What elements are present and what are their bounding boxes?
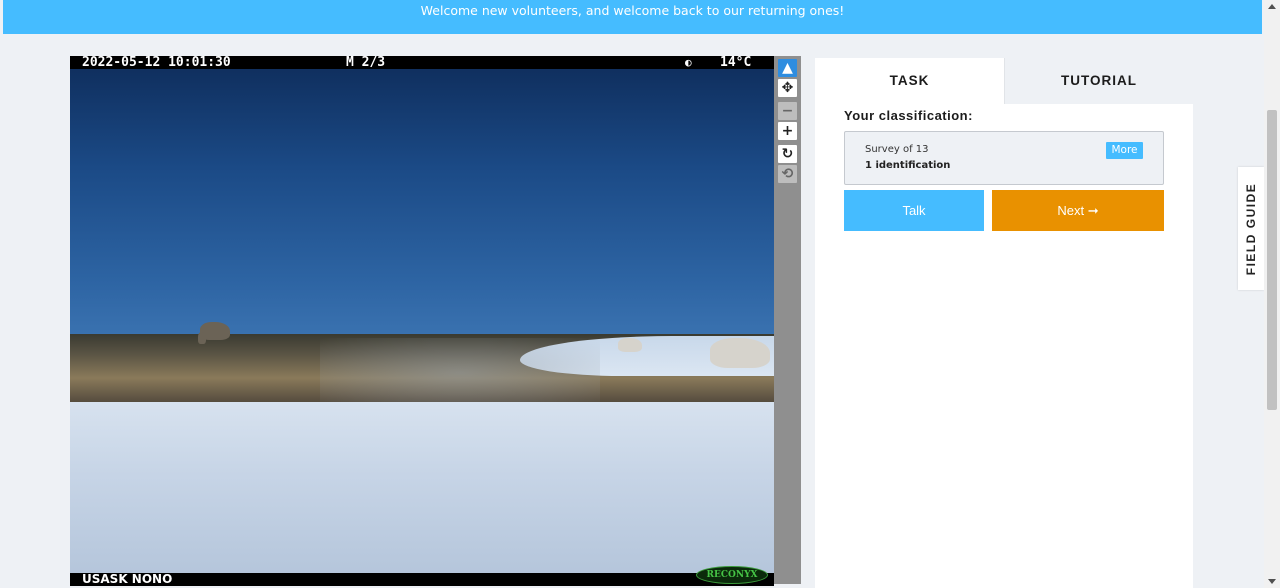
camera-sequence: M 2/3 bbox=[346, 56, 386, 70]
camera-site: USASK NONO bbox=[82, 572, 173, 586]
announcement-banner: Welcome new volunteers, and welcome back… bbox=[3, 0, 1262, 34]
task-panel: TASK TUTORIAL Your classification: Surve… bbox=[815, 58, 1193, 588]
camera-site-bar: USASK NONO bbox=[70, 573, 774, 586]
tab-task[interactable]: TASK bbox=[815, 58, 1004, 104]
scroll-up-icon[interactable] bbox=[1268, 4, 1276, 9]
image-mist bbox=[320, 338, 600, 408]
moon-phase-icon: ◐ bbox=[685, 56, 692, 69]
zoom-out-icon[interactable]: − bbox=[778, 102, 797, 120]
next-button[interactable]: Next ➞ bbox=[992, 190, 1164, 231]
reset-icon[interactable]: ⟲ bbox=[778, 165, 797, 183]
field-guide-tab[interactable]: FIELD GUIDE bbox=[1238, 167, 1264, 290]
camera-timestamp: 2022-05-12 10:01:30 bbox=[82, 56, 231, 70]
pointer-tool-icon[interactable]: ▲ bbox=[778, 59, 797, 77]
reconyx-logo-text: RECONYX bbox=[706, 570, 758, 580]
reconyx-logo: RECONYX bbox=[696, 566, 768, 584]
image-toolbar: ▲ ✥ − + ↻ ⟲ bbox=[774, 56, 801, 584]
classification-heading: Your classification: bbox=[844, 108, 973, 123]
subject-image[interactable]: 2022-05-12 10:01:30 M 2/3 ◐ 14°C USASK N… bbox=[70, 56, 774, 586]
camera-info-bar: 2022-05-12 10:01:30 M 2/3 ◐ 14°C bbox=[70, 56, 774, 69]
more-button[interactable]: More bbox=[1106, 142, 1143, 159]
image-snow bbox=[70, 402, 774, 586]
camera-temperature: 14°C bbox=[720, 56, 752, 70]
field-guide-label: FIELD GUIDE bbox=[1244, 182, 1258, 275]
zoom-in-icon[interactable]: + bbox=[778, 122, 797, 140]
identification-count: 1 identification bbox=[865, 160, 951, 171]
scrollbar-thumb[interactable] bbox=[1267, 110, 1277, 410]
banner-text: Welcome new volunteers, and welcome back… bbox=[420, 3, 845, 18]
caribou-right bbox=[710, 338, 770, 368]
classification-summary: Survey of 13 1 identification More bbox=[844, 131, 1164, 185]
task-tabs: TASK TUTORIAL bbox=[815, 58, 1193, 104]
tab-tutorial[interactable]: TUTORIAL bbox=[1004, 58, 1193, 104]
caribou-middle bbox=[618, 338, 642, 352]
scroll-down-icon[interactable] bbox=[1268, 579, 1276, 584]
page-scrollbar[interactable] bbox=[1264, 0, 1280, 588]
image-sky bbox=[70, 56, 774, 336]
pan-tool-icon[interactable]: ✥ bbox=[778, 79, 797, 97]
rotate-icon[interactable]: ↻ bbox=[778, 145, 797, 163]
survey-label: Survey of 13 bbox=[865, 144, 929, 155]
caribou-left-head bbox=[198, 332, 206, 344]
talk-button[interactable]: Talk bbox=[844, 190, 984, 231]
